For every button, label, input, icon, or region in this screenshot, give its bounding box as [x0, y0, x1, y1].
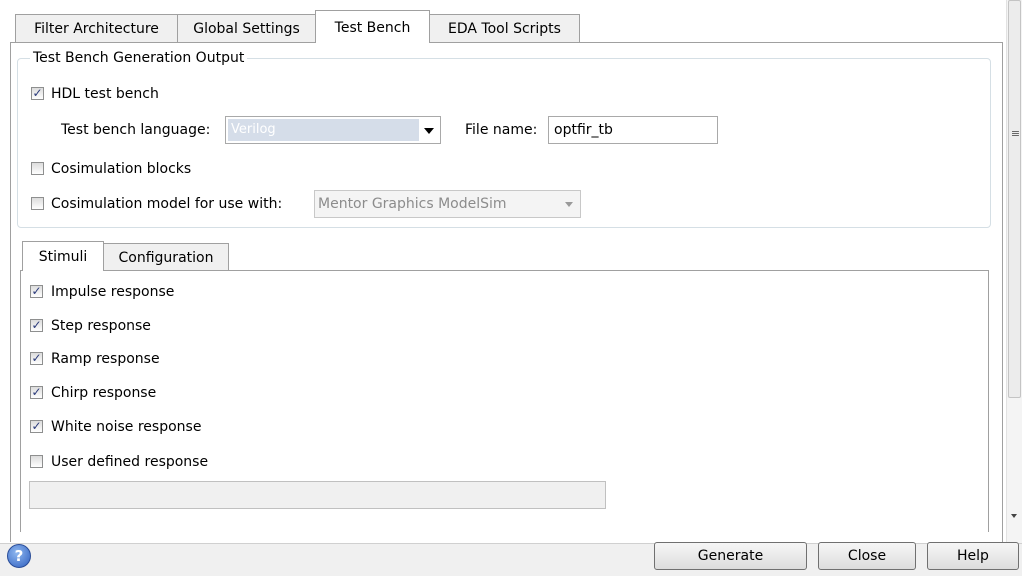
tab-filter-architecture[interactable]: Filter Architecture — [15, 14, 178, 42]
grip-icon: ≡ — [1010, 127, 1021, 140]
step-response-checkbox[interactable]: ✓ — [30, 318, 43, 332]
tab-eda-tool-scripts[interactable]: EDA Tool Scripts — [429, 14, 580, 42]
generate-button[interactable]: Generate — [654, 542, 807, 570]
vertical-scrollbar[interactable]: ≡ — [1006, 0, 1022, 543]
check-icon: ✓ — [31, 419, 42, 433]
chevron-down-icon[interactable] — [1011, 514, 1017, 518]
tab-test-bench[interactable]: Test Bench — [315, 10, 430, 43]
chirp-response-checkbox[interactable]: ✓ — [30, 385, 43, 399]
tab-label: EDA Tool Scripts — [448, 21, 561, 37]
tab-label: Test Bench — [334, 20, 411, 36]
tab-global-settings[interactable]: Global Settings — [177, 14, 316, 42]
button-label: Help — [957, 548, 989, 564]
user-defined-response-checkbox[interactable] — [30, 455, 43, 468]
check-icon: ✓ — [31, 351, 42, 365]
close-button[interactable]: Close — [818, 542, 916, 570]
check-icon: ✓ — [31, 284, 42, 298]
button-label: Close — [847, 548, 887, 564]
white-noise-response-checkbox[interactable]: ✓ — [30, 419, 43, 433]
stimuli-panel — [20, 270, 989, 532]
check-icon: ✓ — [31, 318, 42, 332]
help-icon[interactable]: ? — [7, 544, 31, 568]
help-glyph: ? — [14, 547, 24, 565]
tab-label: Filter Architecture — [34, 21, 159, 37]
ramp-response-checkbox[interactable]: ✓ — [30, 351, 43, 365]
output-group-title: Test Bench Generation Output — [30, 49, 248, 67]
tab-label: Stimuli — [38, 249, 88, 265]
tab-label: Global Settings — [193, 21, 300, 37]
check-icon: ✓ — [31, 385, 42, 399]
button-label: Generate — [697, 548, 764, 564]
impulse-response-checkbox[interactable]: ✓ — [30, 284, 43, 298]
help-button[interactable]: Help — [927, 542, 1019, 570]
tab-stimuli[interactable]: Stimuli — [22, 241, 104, 271]
scrollbar-thumb[interactable]: ≡ — [1008, 0, 1021, 398]
